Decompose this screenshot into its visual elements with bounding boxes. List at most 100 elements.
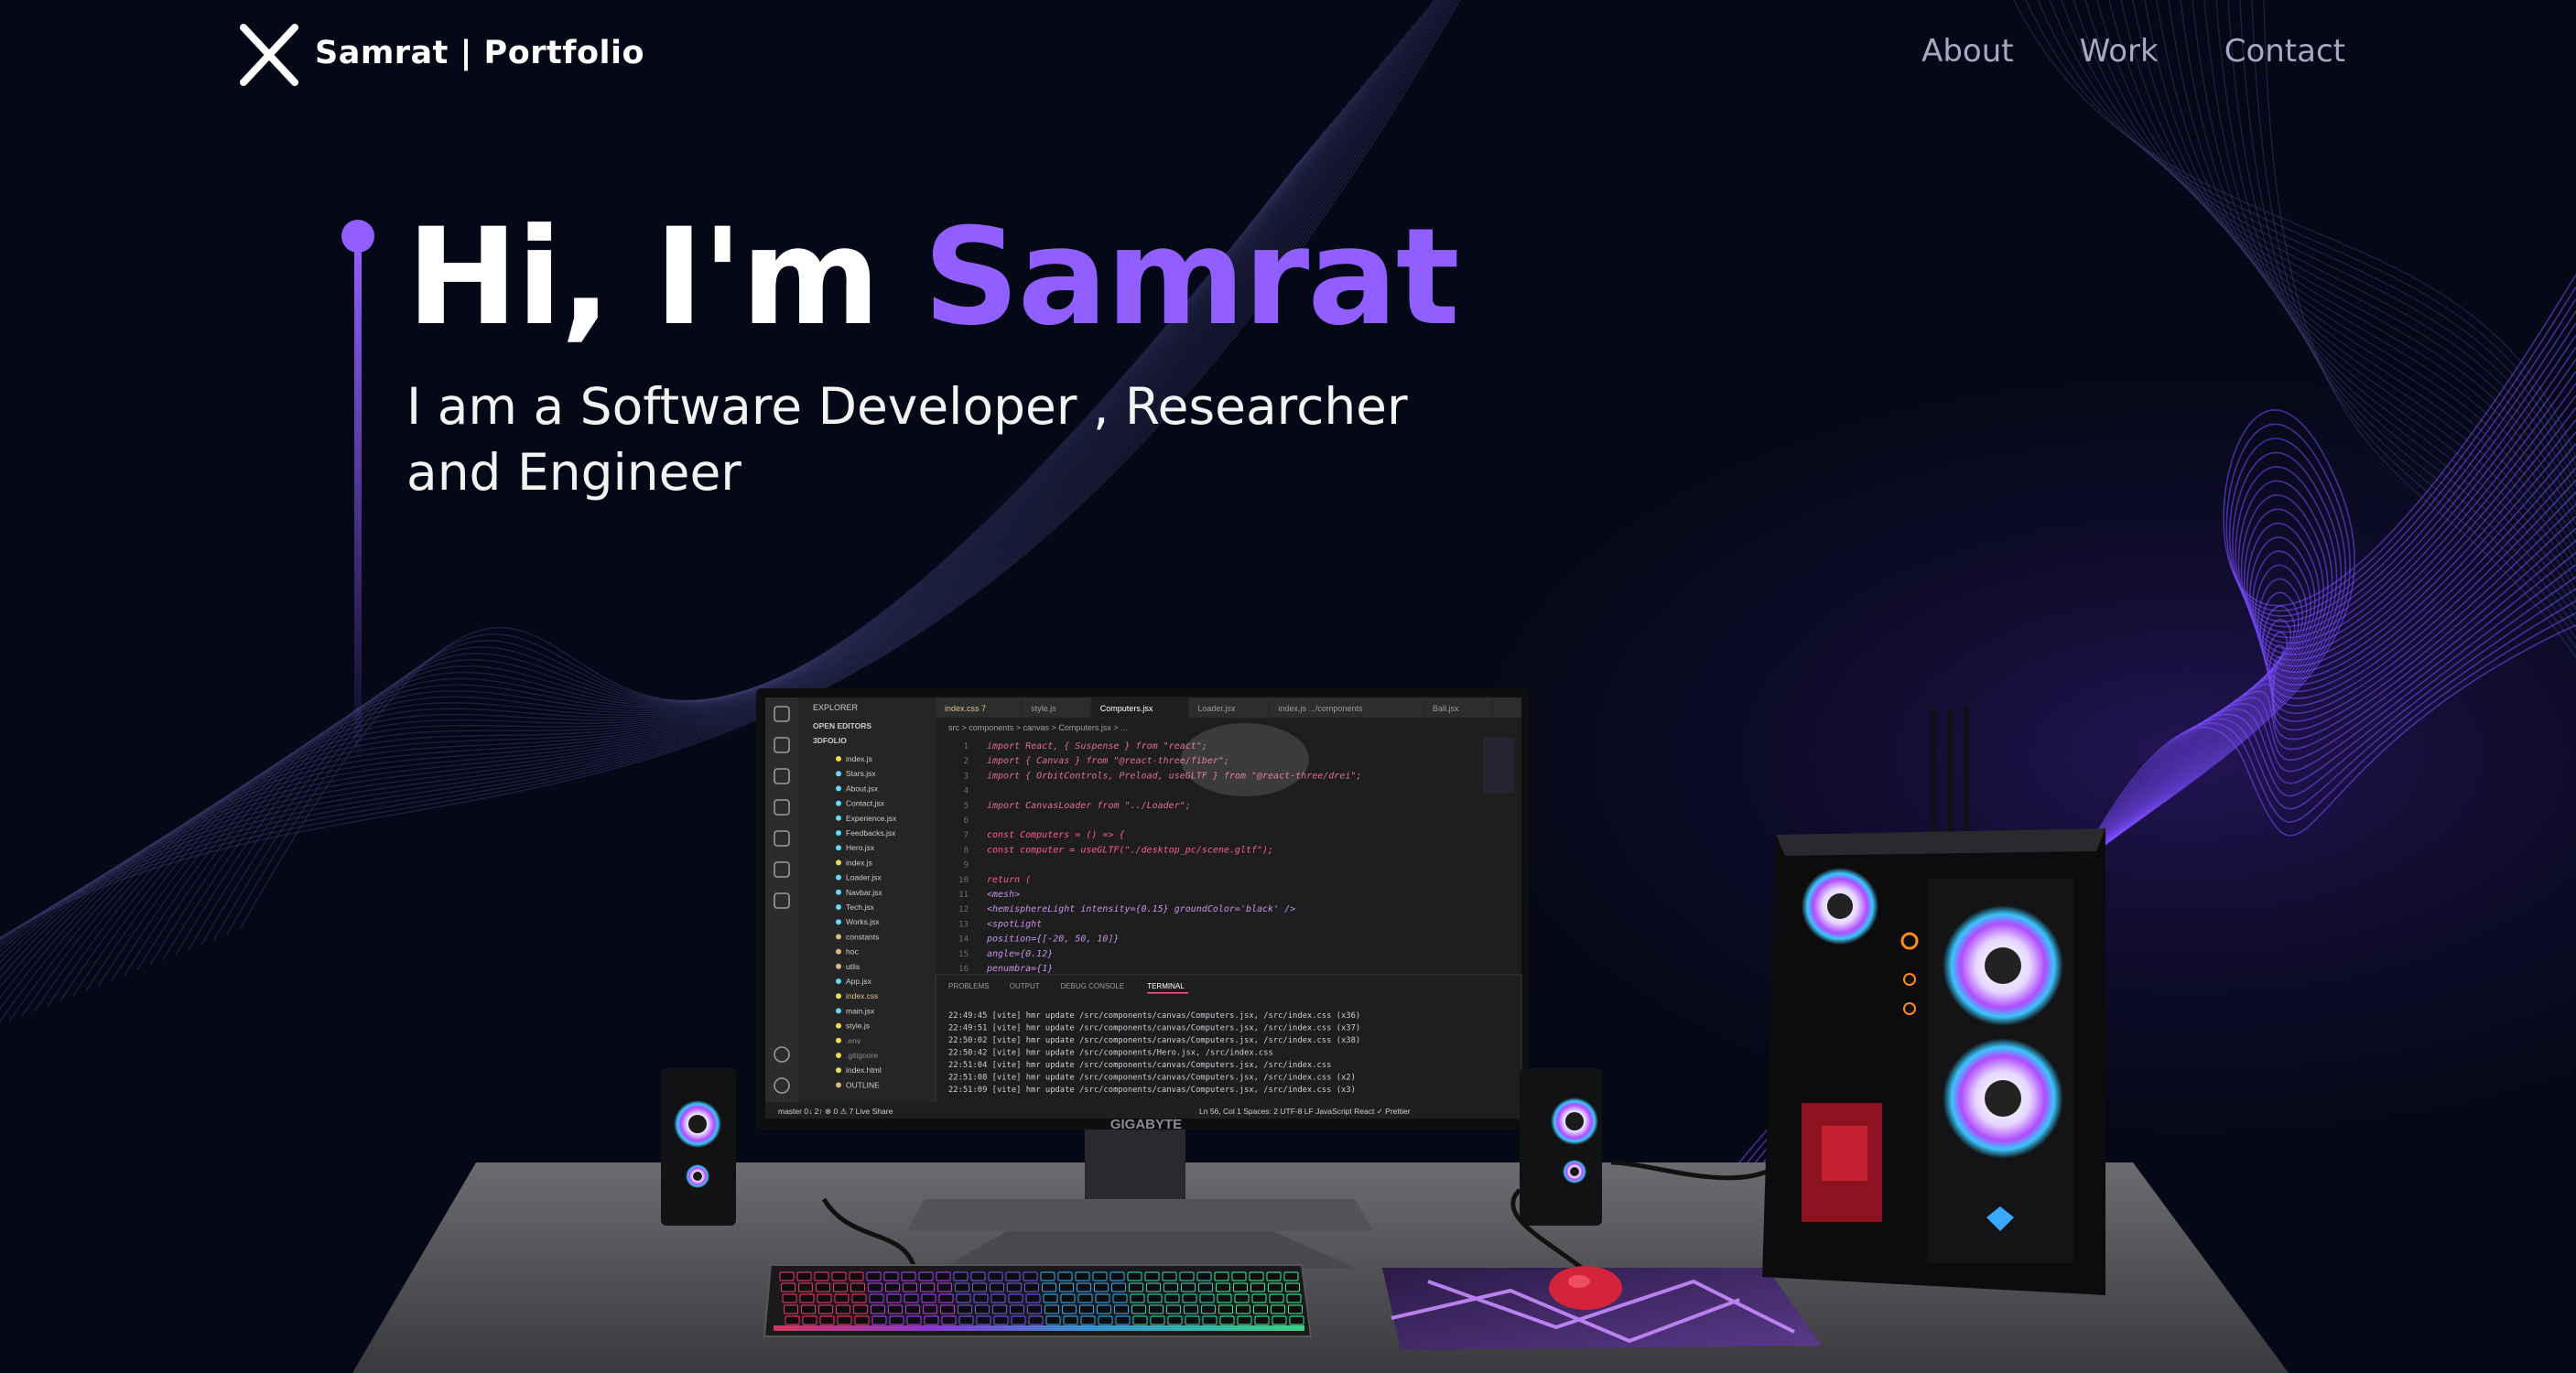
keyboard-key — [1271, 1304, 1285, 1314]
keyboard-key — [799, 1293, 815, 1303]
code-line[interactable]: const Computers = () => { — [987, 830, 1125, 840]
file-icon — [836, 800, 841, 806]
keyboard-key — [849, 1271, 864, 1281]
keyboard-key — [784, 1304, 798, 1314]
keyboard-key — [1011, 1315, 1026, 1325]
desktop-pc-3d-scene[interactable]: GIGABYTE EXPLORER OPEN EDITORS 3DFOLIO i… — [0, 641, 2576, 1373]
code-line[interactable]: <hemisphereLight intensity={0.15} ground… — [987, 904, 1295, 914]
panel-tab[interactable]: PROBLEMS — [948, 982, 989, 990]
keyboard-key — [1063, 1315, 1078, 1325]
keyboard-key — [901, 1271, 916, 1281]
explorer-item[interactable]: .gitignore — [846, 1051, 878, 1060]
explorer-item[interactable]: Experience.jsx — [846, 814, 897, 823]
explorer-item[interactable]: index.js — [846, 754, 872, 763]
explorer-item[interactable]: Hero.jsx — [846, 843, 875, 852]
line-number: 8 — [964, 846, 969, 855]
line-number: 12 — [958, 905, 969, 914]
explorer-item[interactable]: utils — [846, 962, 860, 971]
explorer-item[interactable]: Navbar.jsx — [846, 888, 882, 897]
code-line[interactable]: import React, { Suspense } from "react"; — [987, 741, 1207, 751]
brand-name[interactable]: Samrat | Portfolio — [315, 35, 644, 71]
keyboard-key — [1179, 1271, 1195, 1281]
keyboard-key — [1028, 1315, 1044, 1325]
explorer-item[interactable]: Feedbacks.jsx — [846, 828, 896, 838]
keyboard-key — [1268, 1282, 1283, 1292]
file-icon — [836, 934, 841, 940]
code-line[interactable]: const computer = useGLTF("./desktop_pc/s… — [987, 845, 1273, 855]
line-number: 9 — [964, 861, 969, 870]
keyboard-key — [1286, 1293, 1302, 1303]
explorer-item[interactable]: Works.jsx — [846, 917, 880, 926]
status-left: master 0↓ 2↑ ⊗ 0 ⚠ 7 Live Share — [778, 1107, 893, 1116]
right-speaker — [1520, 1068, 1602, 1226]
code-line[interactable]: import CanvasLoader from "../Loader"; — [987, 801, 1191, 811]
keyboard-key — [1214, 1271, 1229, 1281]
keyboard-key — [1219, 1315, 1235, 1325]
keyboard-key — [1130, 1293, 1145, 1303]
explorer-item[interactable]: Contact.jsx — [846, 799, 885, 808]
code-line[interactable]: angle={0.12} — [987, 949, 1053, 959]
keyboard-key — [802, 1315, 817, 1325]
explorer-item[interactable]: Loader.jsx — [846, 873, 882, 882]
hero-greeting: Hi, I'm — [406, 200, 924, 355]
explorer-item[interactable]: index.css — [846, 991, 878, 1000]
explorer-item[interactable]: Stars.jsx — [846, 769, 876, 778]
explorer-item[interactable]: OUTLINE — [846, 1080, 880, 1089]
keyboard-key — [992, 1304, 1007, 1314]
keyboard-key — [905, 1304, 920, 1314]
line-number: 6 — [964, 816, 969, 826]
keyboard-key — [941, 1315, 957, 1325]
keyboard-key — [782, 1293, 797, 1303]
code-line[interactable]: penumbra={1} — [986, 964, 1053, 974]
line-number: 4 — [964, 787, 969, 796]
explorer-item[interactable]: constants — [846, 932, 879, 941]
keyboard-key — [866, 1271, 882, 1281]
terminal-line: 22:51:04 [vite] hmr update /src/componen… — [948, 1061, 1331, 1070]
x-logo-icon[interactable] — [238, 24, 300, 86]
panel-tab[interactable]: OUTPUT — [1010, 982, 1040, 990]
nav-link-contact[interactable]: Contact — [2224, 33, 2345, 70]
code-line[interactable]: import { OrbitControls, Preload, useGLTF… — [987, 771, 1361, 781]
panel-tab[interactable]: TERMINAL — [1147, 982, 1185, 990]
editor-tab-label: Loader.jsx — [1197, 704, 1236, 713]
panel-tab[interactable]: DEBUG CONSOLE — [1060, 982, 1124, 990]
keyboard-key — [818, 1304, 833, 1314]
explorer-item[interactable]: main.jsx — [846, 1006, 875, 1015]
nav-link-work[interactable]: Work — [2080, 33, 2159, 70]
explorer-item[interactable]: .env — [846, 1036, 861, 1045]
file-icon — [836, 859, 841, 866]
nav-link-about[interactable]: About — [1921, 33, 2014, 70]
code-line[interactable]: position={[-20, 50, 10]} — [986, 935, 1120, 945]
code-line[interactable]: return ( — [987, 875, 1031, 885]
file-icon — [836, 845, 841, 851]
keyboard-key — [1254, 1315, 1270, 1325]
line-number: 11 — [958, 891, 969, 900]
code-line[interactable]: <mesh> — [987, 890, 1020, 900]
explorer-item[interactable]: style.js — [846, 1022, 870, 1031]
keyboard-key — [833, 1282, 848, 1292]
keyboard-key — [1044, 1304, 1059, 1314]
file-icon — [836, 815, 841, 821]
keyboard-key — [1184, 1304, 1198, 1314]
keyboard-key — [1023, 1271, 1038, 1281]
hero-title: Hi, I'm Samrat — [406, 209, 1460, 346]
keyboard-key — [796, 1271, 812, 1281]
explorer-item[interactable]: index.js — [846, 858, 872, 867]
keyboard-key — [1218, 1304, 1233, 1314]
explorer-item[interactable]: hoc — [846, 947, 859, 957]
line-number: 14 — [958, 935, 969, 945]
keyboard-key — [883, 1271, 899, 1281]
keyboard-key — [1147, 1293, 1163, 1303]
keyboard-key — [1288, 1304, 1303, 1314]
code-line[interactable]: <spotLight — [987, 919, 1042, 929]
file-icon — [836, 963, 841, 969]
explorer-item[interactable]: App.jsx — [846, 977, 872, 986]
explorer-item[interactable]: Tech.jsx — [846, 903, 874, 912]
file-icon — [836, 1067, 841, 1074]
keyboard-key — [972, 1282, 987, 1292]
explorer-item[interactable]: About.jsx — [846, 784, 879, 793]
keyboard-key — [1144, 1271, 1160, 1281]
explorer-item[interactable]: index.html — [846, 1065, 882, 1075]
keyboard-key — [1010, 1304, 1024, 1314]
keyboard-key — [1057, 1271, 1073, 1281]
